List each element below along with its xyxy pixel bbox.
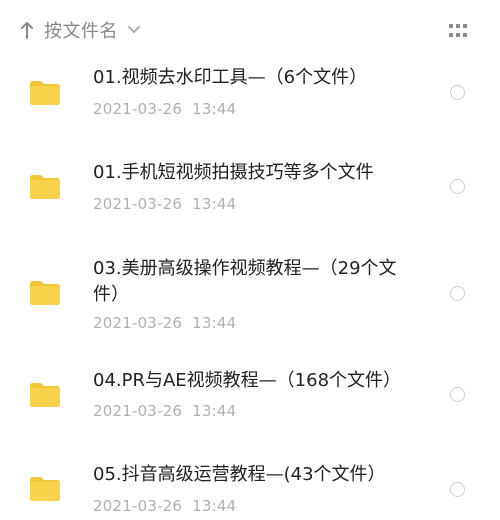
select-radio[interactable] — [450, 179, 465, 194]
file-date: 2021-03-26 13:44 — [93, 314, 237, 332]
select-radio[interactable] — [450, 482, 465, 497]
folder-icon — [30, 477, 60, 501]
folder-icon — [30, 81, 60, 105]
file-date: 2021-03-26 13:44 — [93, 195, 237, 213]
file-row[interactable]: 01.手机短视频拍摄技巧等多个文件 2021-03-26 13:44 — [0, 155, 500, 250]
folder-icon — [30, 175, 60, 199]
select-radio[interactable] — [450, 286, 465, 301]
file-date: 2021-03-26 13:44 — [93, 402, 237, 420]
grid-view-icon[interactable] — [449, 24, 467, 38]
file-name: 03.美册高级操作视频教程—（29个文件） — [93, 258, 397, 305]
folder-icon — [30, 383, 60, 407]
file-name: 01.手机短视频拍摄技巧等多个文件 — [93, 162, 374, 183]
sort-label: 按文件名 — [44, 21, 118, 42]
sort-arrow-up-icon — [21, 22, 33, 39]
file-row[interactable]: 01.视频去水印工具—（6个文件） 2021-03-26 13:44 — [0, 60, 500, 155]
file-date: 2021-03-26 13:44 — [93, 100, 237, 118]
file-date: 2021-03-26 13:44 — [93, 497, 237, 515]
select-radio[interactable] — [450, 85, 465, 100]
sort-bar: 按文件名 — [0, 0, 500, 60]
folder-icon — [30, 281, 60, 305]
file-row[interactable]: 04.PR与AE视频教程—（168个文件） 2021-03-26 13:44 — [0, 365, 500, 460]
file-name: 01.视频去水印工具—（6个文件） — [93, 67, 368, 88]
file-name: 04.PR与AE视频教程—（168个文件） — [93, 370, 402, 391]
file-name: 05.抖音高级运营教程—(43个文件） — [93, 464, 386, 485]
chevron-down-icon — [128, 26, 140, 33]
select-radio[interactable] — [450, 387, 465, 402]
file-row[interactable]: 05.抖音高级运营教程—(43个文件） 2021-03-26 13:44 — [0, 460, 500, 520]
file-row[interactable]: 03.美册高级操作视频教程—（29个文件） 2021-03-26 13:44 — [0, 250, 500, 365]
sort-by-name-button[interactable]: 按文件名 — [20, 16, 140, 44]
